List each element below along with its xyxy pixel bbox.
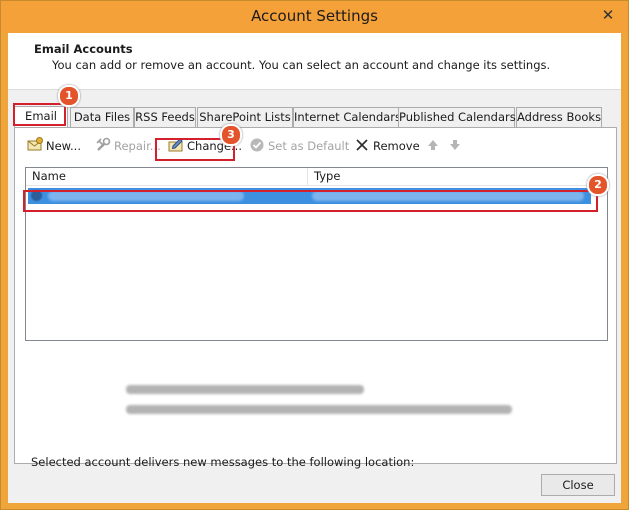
new-button[interactable]: New... <box>27 137 81 155</box>
arrow-down-icon <box>447 137 463 153</box>
title-bar: Account Settings ✕ <box>1 1 628 33</box>
move-down-button[interactable] <box>447 137 466 155</box>
wrench-icon <box>95 137 111 153</box>
step-badge-1: 1 <box>58 85 80 107</box>
section-title: Email Accounts <box>34 42 133 56</box>
window-title: Account Settings <box>251 7 378 25</box>
delivery-folder-redacted <box>126 385 364 394</box>
move-up-button[interactable] <box>425 137 444 155</box>
step-badge-3: 3 <box>220 124 242 146</box>
remove-button[interactable]: Remove <box>354 137 420 155</box>
highlight-account-row <box>23 190 598 212</box>
tab-internet-calendars[interactable]: Internet Calendars <box>293 107 401 127</box>
step-badge-2: 2 <box>587 174 609 196</box>
column-header-name[interactable]: Name <box>26 168 308 185</box>
new-button-label: New... <box>46 139 81 153</box>
arrow-up-icon <box>425 137 441 153</box>
delivery-location-label: Selected account delivers new messages t… <box>31 455 415 469</box>
header-panel: Email Accounts You can add or remove an … <box>8 33 621 90</box>
tab-address-books[interactable]: Address Books <box>516 107 602 127</box>
set-as-default-button[interactable]: Set as Default <box>249 137 349 155</box>
section-description: You can add or remove an account. You ca… <box>52 58 551 72</box>
account-toolbar: New... Repair... Change... Set as Defaul… <box>15 128 616 162</box>
highlight-email-tab <box>13 103 66 126</box>
new-account-icon <box>27 137 43 153</box>
close-icon[interactable]: ✕ <box>596 5 620 25</box>
tab-sharepoint-lists[interactable]: SharePoint Lists <box>197 107 293 127</box>
tab-rss-feeds[interactable]: RSS Feeds <box>134 107 196 127</box>
account-settings-window: Account Settings ✕ Email Accounts You ca… <box>0 0 629 510</box>
remove-button-label: Remove <box>373 139 420 153</box>
set-as-default-label: Set as Default <box>268 139 350 153</box>
dialog-client: Email Accounts You can add or remove an … <box>8 33 621 503</box>
list-header: Name Type <box>26 168 607 186</box>
delivery-path-redacted <box>126 405 512 414</box>
tab-data-files[interactable]: Data Files <box>70 107 134 127</box>
close-button[interactable]: Close <box>541 474 615 496</box>
column-header-type[interactable]: Type <box>308 168 598 185</box>
checkmark-icon <box>249 137 265 153</box>
repair-button[interactable]: Repair... <box>95 137 161 155</box>
remove-x-icon <box>354 137 370 153</box>
repair-button-label: Repair... <box>114 139 161 153</box>
tab-published-calendars[interactable]: Published Calendars <box>398 107 516 127</box>
